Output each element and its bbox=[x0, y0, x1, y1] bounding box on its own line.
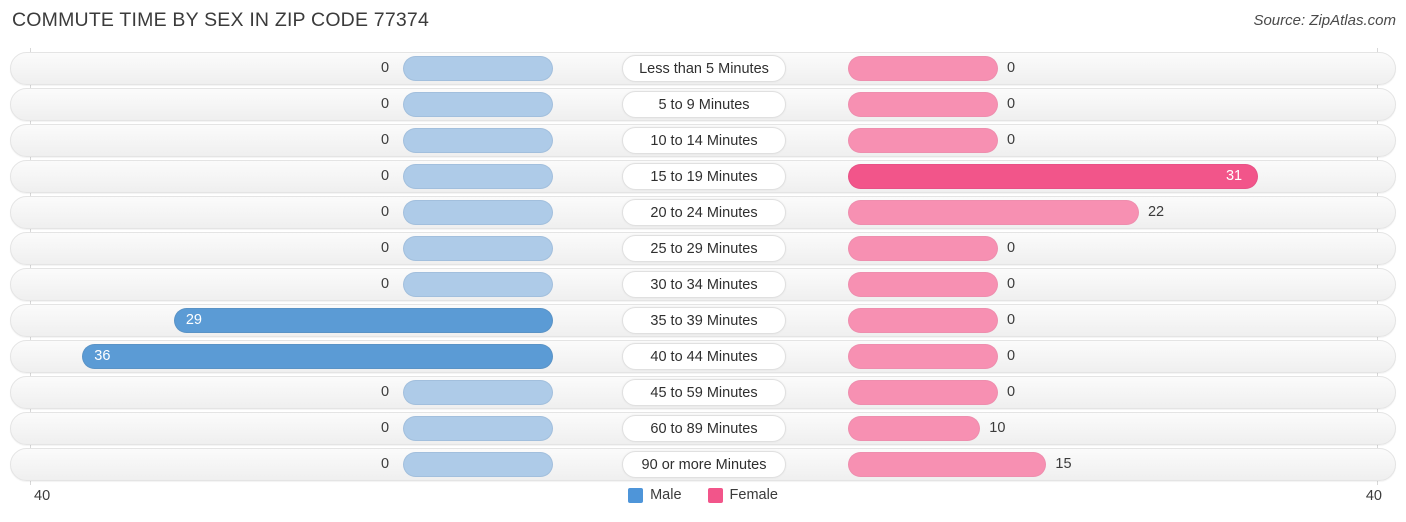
category-label: 20 to 24 Minutes bbox=[622, 199, 786, 226]
bar-value-female: 31 bbox=[1225, 168, 1243, 184]
bar-female[interactable] bbox=[848, 380, 998, 405]
bar-value-male: 0 bbox=[381, 96, 390, 112]
category-label: Less than 5 Minutes bbox=[622, 55, 786, 82]
bar-female[interactable] bbox=[848, 200, 1139, 225]
legend-label-male: Male bbox=[650, 487, 682, 503]
bar-female[interactable] bbox=[848, 128, 998, 153]
bar-value-male: 0 bbox=[381, 240, 390, 256]
category-label: 45 to 59 Minutes bbox=[622, 379, 786, 406]
bar-female[interactable] bbox=[848, 164, 1258, 189]
bar-value-female: 15 bbox=[1055, 456, 1072, 472]
bar-value-female: 0 bbox=[1007, 312, 1016, 328]
category-label: 30 to 34 Minutes bbox=[622, 271, 786, 298]
bar-male[interactable] bbox=[403, 236, 553, 261]
page-title: COMMUTE TIME BY SEX IN ZIP CODE 77374 bbox=[12, 9, 430, 31]
bar-male[interactable] bbox=[403, 164, 553, 189]
bar-male[interactable] bbox=[173, 308, 553, 333]
category-label: 25 to 29 Minutes bbox=[622, 235, 786, 262]
bar-value-male: 29 bbox=[185, 312, 202, 328]
bar-value-male: 0 bbox=[381, 384, 390, 400]
category-label: 35 to 39 Minutes bbox=[622, 307, 786, 334]
bar-value-male: 0 bbox=[381, 456, 390, 472]
bar-value-female: 0 bbox=[1007, 96, 1016, 112]
legend: Male Female bbox=[0, 487, 1406, 503]
bar-male[interactable] bbox=[403, 56, 553, 81]
bar-male[interactable] bbox=[82, 344, 553, 369]
bar-value-male: 0 bbox=[381, 168, 390, 184]
bar-value-male: 0 bbox=[381, 276, 390, 292]
bar-female[interactable] bbox=[848, 344, 998, 369]
bar-male[interactable] bbox=[403, 272, 553, 297]
bar-male[interactable] bbox=[403, 128, 553, 153]
legend-swatch-male-icon bbox=[628, 487, 644, 503]
legend-item-female[interactable]: Female bbox=[707, 487, 778, 503]
category-label: 40 to 44 Minutes bbox=[622, 343, 786, 370]
bar-female[interactable] bbox=[848, 452, 1047, 477]
bar-value-male: 0 bbox=[381, 60, 390, 76]
bar-value-male: 0 bbox=[381, 204, 390, 220]
category-label: 5 to 9 Minutes bbox=[622, 91, 786, 118]
bar-value-female: 10 bbox=[989, 420, 1006, 436]
bar-value-female: 0 bbox=[1007, 276, 1016, 292]
plot-area: 0 0 Less than 5 Minutes 0 0 5 to 9 Minutes 0 0 1… bbox=[0, 48, 1406, 485]
source-attribution: Source: ZipAtlas.com bbox=[1253, 12, 1396, 29]
bar-value-female: 0 bbox=[1007, 240, 1016, 256]
category-label: 90 or more Minutes bbox=[622, 451, 786, 478]
category-label: 60 to 89 Minutes bbox=[622, 415, 786, 442]
category-label: 15 to 19 Minutes bbox=[622, 163, 786, 190]
legend-item-male[interactable]: Male bbox=[628, 487, 682, 503]
category-label: 10 to 14 Minutes bbox=[622, 127, 786, 154]
bar-value-male: 0 bbox=[381, 132, 390, 148]
bar-female[interactable] bbox=[848, 236, 998, 261]
bar-male[interactable] bbox=[403, 380, 553, 405]
bar-male[interactable] bbox=[403, 416, 553, 441]
commute-time-chart: COMMUTE TIME BY SEX IN ZIP CODE 77374 So… bbox=[0, 0, 1406, 522]
legend-swatch-female-icon bbox=[707, 487, 723, 503]
bar-female[interactable] bbox=[848, 308, 998, 333]
bar-male[interactable] bbox=[403, 452, 553, 477]
bar-value-female: 0 bbox=[1007, 60, 1016, 76]
bar-male[interactable] bbox=[403, 200, 553, 225]
legend-label-female: Female bbox=[729, 487, 778, 503]
bar-value-male: 36 bbox=[94, 348, 111, 364]
bar-value-female: 22 bbox=[1147, 204, 1165, 220]
bar-female[interactable] bbox=[848, 56, 998, 81]
bar-female[interactable] bbox=[848, 416, 981, 441]
bar-value-male: 0 bbox=[381, 420, 390, 436]
bar-male[interactable] bbox=[403, 92, 553, 117]
bar-value-female: 0 bbox=[1007, 132, 1016, 148]
bar-female[interactable] bbox=[848, 92, 998, 117]
bar-value-female: 0 bbox=[1007, 348, 1016, 364]
bar-value-female: 0 bbox=[1007, 384, 1016, 400]
bar-female[interactable] bbox=[848, 272, 998, 297]
